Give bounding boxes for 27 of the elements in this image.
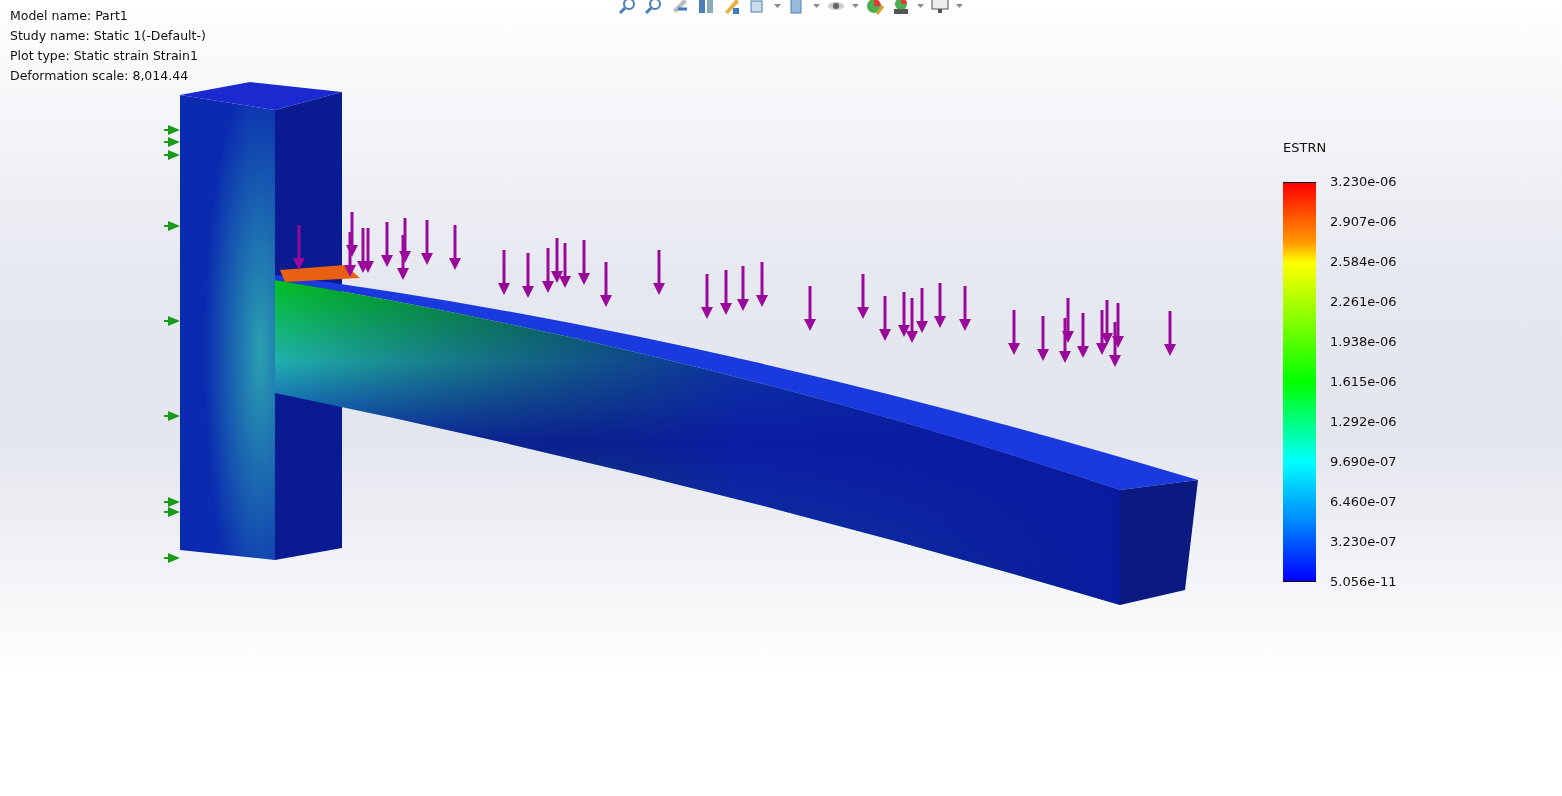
legend-label: 1.615e-06: [1330, 372, 1397, 391]
caret-icon[interactable]: [917, 3, 924, 9]
plot-info-text: Deformation scale: 8,014.44: [10, 67, 190, 85]
pencil-icon[interactable]: [722, 0, 742, 16]
legend-label: 5.056e-11: [1330, 572, 1397, 591]
monitor-icon[interactable]: [930, 0, 950, 16]
legend-label: 3.230e-07: [1330, 532, 1397, 551]
zoom-icon[interactable]: [644, 0, 664, 16]
legend-label: 6.460e-07: [1330, 492, 1397, 511]
legend-label: 1.938e-06: [1330, 332, 1397, 351]
legend-label: 2.261e-06: [1330, 292, 1397, 311]
legend-title: ESTRN: [1283, 139, 1328, 157]
caret-icon[interactable]: [852, 3, 859, 9]
plot-info-text: Plot type: Static strain Strain1: [10, 47, 199, 65]
legend-label: 3.230e-06: [1330, 172, 1397, 191]
legend-label: 2.907e-06: [1330, 212, 1397, 231]
zoom-icon[interactable]: [618, 0, 638, 16]
plot-info-text: Model name: Part1: [10, 7, 129, 25]
caret-icon[interactable]: [774, 3, 781, 9]
plot-info-text: Study name: Static 1(-Default-): [10, 27, 206, 45]
legend-label: 1.292e-06: [1330, 412, 1397, 431]
section-view-icon[interactable]: [696, 0, 716, 16]
legend-label: 2.584e-06: [1330, 252, 1397, 271]
legend-label: 9.690e-07: [1330, 452, 1397, 471]
caret-icon[interactable]: [956, 3, 963, 9]
caret-icon[interactable]: [813, 3, 820, 9]
color-ball-icon[interactable]: [865, 0, 885, 16]
